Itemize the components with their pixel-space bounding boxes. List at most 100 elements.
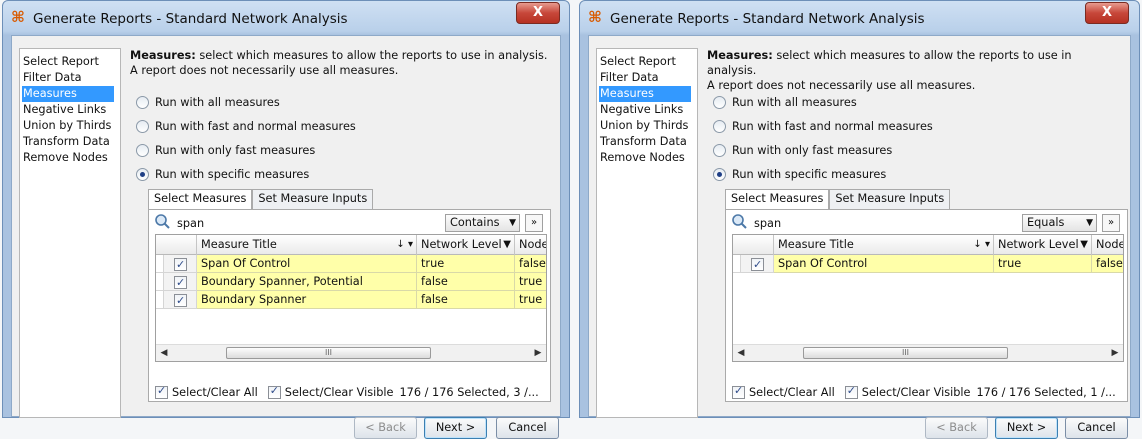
column-header-check[interactable] [733,235,774,255]
scrollbar-thumb[interactable]: III [226,347,431,359]
column-header-check[interactable] [156,235,197,255]
radio-button[interactable] [713,119,726,133]
column-title: Measure Title [778,238,854,251]
radio-button[interactable] [713,143,726,157]
column-header-node[interactable]: Node [1092,235,1123,255]
nav-item-union-by-thirds[interactable]: Union by Thirds [22,118,120,134]
back-button[interactable]: < Back [354,417,417,439]
radio-button[interactable] [136,119,149,133]
scrollbar-thumb[interactable]: III [803,347,1008,359]
selection-controls: Select/Clear All Select/Clear Visible 17… [155,383,548,401]
row-checkbox-cell[interactable] [741,255,774,273]
column-header-network-level[interactable]: Network Level ▼ [417,235,515,255]
radio-button[interactable] [136,143,149,157]
cancel-button[interactable]: Cancel [496,417,559,439]
radio-fast-measures[interactable]: Run with only fast measures [136,141,315,159]
table-row[interactable]: Boundary Spanner, Potential false true [156,273,546,291]
row-checkbox[interactable] [174,292,187,308]
nav-item-transform-data[interactable]: Transform Data [599,134,697,150]
column-header-network-level[interactable]: Network Level ▼ [994,235,1092,255]
tab-select-measures[interactable]: Select Measures [725,189,830,209]
match-mode-select[interactable]: Equals ▼ [1022,214,1097,232]
table-row[interactable]: Boundary Spanner false true [156,291,546,309]
scroll-right-icon[interactable]: ▶ [1107,345,1123,361]
nav-item-filter-data[interactable]: Filter Data [599,70,697,86]
dialog-window-right: ⌘ Generate Reports - Standard Network An… [579,0,1140,439]
nav-item-remove-nodes[interactable]: Remove Nodes [599,150,697,166]
select-clear-all-label[interactable]: Select/Clear All [172,386,258,399]
nav-item-union-by-thirds[interactable]: Union by Thirds [599,118,697,134]
select-clear-all-checkbox[interactable] [155,384,168,399]
select-clear-visible-checkbox[interactable] [267,384,281,399]
column-header-node[interactable]: Node [515,235,546,255]
close-button[interactable]: X [516,2,560,24]
back-button[interactable]: < Back [925,417,988,439]
title-bar[interactable]: ⌘ Generate Reports - Standard Network An… [3,1,569,37]
row-checkbox[interactable] [174,274,187,290]
search-icon [155,214,170,229]
cell-node: false [515,255,546,273]
tab-set-measure-inputs[interactable]: Set Measure Inputs [252,189,374,209]
select-clear-all-label[interactable]: Select/Clear All [749,386,835,399]
radio-specific-measures[interactable]: Run with specific measures [713,165,886,183]
tab-set-measure-inputs[interactable]: Set Measure Inputs [829,189,951,209]
radio-fast-normal-measures[interactable]: Run with fast and normal measures [713,117,933,135]
title-bar[interactable]: ⌘ Generate Reports - Standard Network An… [580,1,1139,37]
row-checkbox-cell[interactable] [164,255,197,273]
radio-button-selected[interactable] [136,167,149,181]
expand-filter-button[interactable]: » [525,214,543,232]
radio-fast-measures[interactable]: Run with only fast measures [713,141,892,159]
next-button[interactable]: Next > [424,417,487,439]
scroll-right-icon[interactable]: ▶ [530,345,546,361]
select-clear-visible-checkbox[interactable] [844,384,858,399]
search-input[interactable] [754,215,874,231]
select-clear-visible-label[interactable]: Select/Clear Visible [285,386,394,399]
nav-item-transform-data[interactable]: Transform Data [22,134,120,150]
column-header-measure-title[interactable]: Measure Title ↓ ▾ [197,235,417,255]
row-gutter [156,273,164,291]
cancel-button[interactable]: Cancel [1065,417,1128,439]
nav-item-measures[interactable]: Measures [599,86,691,102]
horizontal-scrollbar[interactable]: ◀ III ▶ [156,344,546,361]
nav-item-measures[interactable]: Measures [22,86,114,102]
row-checkbox-cell[interactable] [164,291,197,309]
select-clear-all-checkbox[interactable] [732,384,745,399]
sort-descending-icon[interactable]: ↓ ▾ [973,235,990,254]
tab-select-measures[interactable]: Select Measures [148,189,253,209]
nav-item-filter-data[interactable]: Filter Data [22,70,120,86]
nav-item-select-report[interactable]: Select Report [22,54,120,70]
chevron-down-icon[interactable]: ▼ [1080,235,1088,254]
close-button[interactable]: X [1085,2,1129,24]
radio-all-measures[interactable]: Run with all measures [136,93,280,111]
window-title: Generate Reports - Standard Network Anal… [33,11,348,27]
cancel-button-label: Cancel [1077,421,1116,434]
scroll-left-icon[interactable]: ◀ [156,345,172,361]
row-checkbox[interactable] [174,256,187,272]
row-checkbox[interactable] [751,256,764,272]
scroll-left-icon[interactable]: ◀ [733,345,749,361]
row-checkbox-cell[interactable] [164,273,197,291]
radio-button-selected[interactable] [713,167,726,181]
nav-item-select-report[interactable]: Select Report [599,54,697,70]
nav-item-negative-links[interactable]: Negative Links [599,102,697,118]
sort-descending-icon[interactable]: ↓ ▾ [396,235,413,254]
match-mode-select[interactable]: Contains ▼ [445,214,520,232]
nav-item-remove-nodes[interactable]: Remove Nodes [22,150,120,166]
expand-filter-button[interactable]: » [1102,214,1120,232]
table-row[interactable]: Span Of Control true false [733,255,1123,273]
radio-button[interactable] [713,95,726,109]
chevron-down-icon[interactable]: ▼ [503,235,511,254]
radio-all-measures[interactable]: Run with all measures [713,93,857,111]
select-clear-visible-label[interactable]: Select/Clear Visible [862,386,971,399]
next-button[interactable]: Next > [995,417,1058,439]
radio-fast-normal-measures[interactable]: Run with fast and normal measures [136,117,356,135]
horizontal-scrollbar[interactable]: ◀ III ▶ [733,344,1123,361]
nav-item-negative-links[interactable]: Negative Links [22,102,120,118]
radio-specific-measures[interactable]: Run with specific measures [136,165,309,183]
column-header-measure-title[interactable]: Measure Title ↓ ▾ [774,235,994,255]
wizard-nav-list: Select Report Filter Data Measures Negat… [19,48,121,418]
dialog-body: Select Report Filter Data Measures Negat… [588,35,1131,439]
search-input[interactable] [177,215,297,231]
radio-button[interactable] [136,95,149,109]
table-row[interactable]: Span Of Control true false [156,255,546,273]
